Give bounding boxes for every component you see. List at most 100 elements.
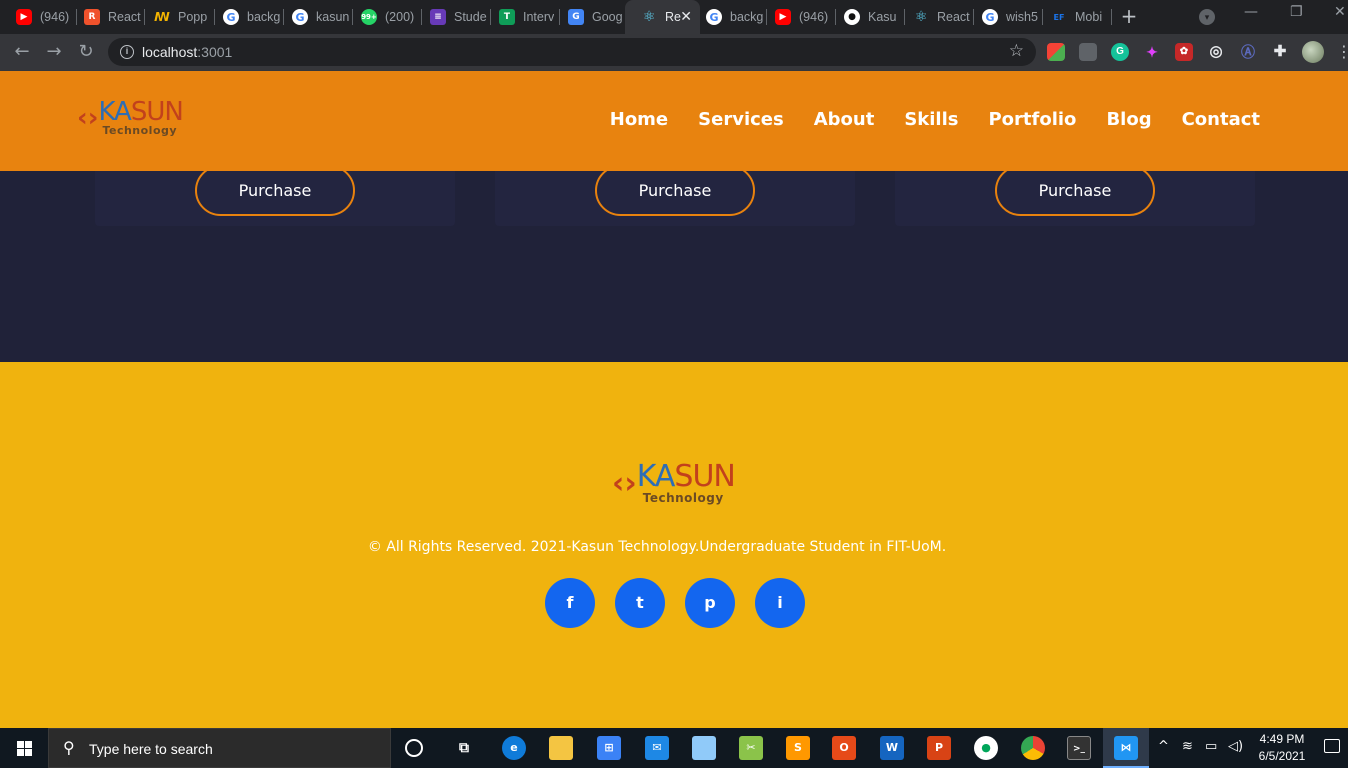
browser-toolbar: ← → ↻ i localhost:3001 ☆ G ✦ ✿ ◎ Ⓐ ✚ ⋮ (0, 34, 1348, 71)
browser-tab[interactable]: ● Kasu (828, 0, 905, 34)
tab-title: Interv (523, 10, 555, 24)
browser-tab[interactable]: G Goog (552, 0, 629, 34)
url-host: localhost (142, 44, 198, 60)
browser-tab[interactable]: ≡ Stude (414, 0, 491, 34)
forward-icon[interactable]: → (43, 41, 65, 63)
battery-icon[interactable]: ▭ (1205, 739, 1217, 754)
task-view-icon[interactable]: ⧉ (452, 736, 476, 760)
taskbar-clock[interactable]: 4:49 PM 6/5/2021 (1252, 731, 1312, 765)
nav-services[interactable]: Services (698, 109, 784, 130)
browser-tab[interactable]: Gbackg (207, 0, 284, 34)
tab-title: (946) (799, 10, 829, 24)
sublime-icon[interactable]: S (786, 736, 810, 760)
browser-tab-active[interactable]: ⚛ Re ✕ (625, 0, 700, 34)
screen: ▶ (946) R React ꟿ Popp Gbackg Gkasun 99+ (20… (0, 0, 1348, 768)
chrome-icon[interactable] (1021, 736, 1045, 760)
nav-blog[interactable]: Blog (1106, 109, 1151, 130)
nav-contact[interactable]: Contact (1182, 109, 1260, 130)
grammarly-icon[interactable]: G (1111, 43, 1129, 61)
logo-sun: SUN (674, 459, 735, 494)
code-brackets-icon: ‹› (612, 465, 637, 501)
wifi-icon[interactable]: ≋ (1182, 739, 1193, 754)
tab-title: React (937, 10, 970, 24)
site-logo[interactable]: ‹› KASUN Technology (77, 99, 184, 137)
browser-tab[interactable]: ▶ (946) (759, 0, 836, 34)
file-explorer-icon[interactable] (549, 736, 573, 760)
windows-icon (17, 741, 32, 756)
tab-search-icon[interactable]: ▾ (1199, 9, 1215, 25)
nav-about[interactable]: About (814, 109, 875, 130)
footer-logo[interactable]: ‹› KASUN Technology (612, 459, 736, 505)
extension-icon[interactable] (1047, 43, 1065, 61)
new-tab-button[interactable]: + (1119, 6, 1139, 26)
cortana-icon[interactable] (405, 739, 423, 757)
store-icon[interactable]: ⊞ (597, 736, 621, 760)
volume-icon[interactable]: ◁) (1228, 739, 1243, 754)
powerpoint-icon[interactable]: P (927, 736, 951, 760)
google-translate-icon: G (568, 9, 584, 25)
mail-icon[interactable]: ✉ (645, 736, 669, 760)
target-icon[interactable]: ◎ (1207, 43, 1225, 61)
tab-title: Kasu (868, 10, 897, 24)
facebook-icon[interactable]: f (545, 578, 595, 628)
purchase-button[interactable]: Purchase (595, 165, 755, 216)
3d-viewer-icon[interactable] (692, 736, 716, 760)
browser-tab[interactable]: 99+ (200) (345, 0, 422, 34)
info-icon[interactable]: i (120, 45, 134, 59)
window-close-icon[interactable]: ✕ (1334, 4, 1346, 20)
logo-subtitle: Technology (642, 491, 724, 505)
bookmark-star-icon[interactable]: ☆ (1009, 41, 1024, 61)
puzzle-icon[interactable]: ✚ (1271, 43, 1289, 61)
browser-tab[interactable]: R React (68, 0, 145, 34)
reload-icon[interactable]: ↻ (75, 41, 97, 63)
browser-tab[interactable]: ꟿ Popp (138, 0, 215, 34)
terminal-icon[interactable]: >_ (1067, 736, 1091, 760)
restore-icon[interactable]: ❐ (1290, 4, 1303, 20)
nav-portfolio[interactable]: Portfolio (988, 109, 1076, 130)
address-bar[interactable]: i localhost:3001 ☆ (108, 38, 1036, 66)
edge-icon[interactable]: e (502, 736, 526, 760)
minimize-icon[interactable]: — (1244, 4, 1258, 20)
ef-icon: EF (1053, 12, 1065, 22)
logo-subtitle: Technology (102, 124, 178, 137)
nav-skills[interactable]: Skills (904, 109, 958, 130)
url-text[interactable]: localhost:3001 (142, 44, 232, 60)
twitter-icon[interactable]: t (615, 578, 665, 628)
start-button[interactable] (0, 728, 48, 768)
extension-icon[interactable]: Ⓐ (1239, 43, 1257, 61)
chevron-up-icon[interactable]: ^ (1158, 739, 1169, 754)
browser-tab[interactable]: ▶ (946) (0, 0, 77, 34)
tab-divider (1111, 9, 1112, 25)
react-icon: ⚛ (914, 9, 928, 25)
instagram-icon[interactable]: i (755, 578, 805, 628)
tab-title: React (108, 10, 141, 24)
pinterest-icon[interactable]: p (685, 578, 735, 628)
nav-home[interactable]: Home (610, 109, 668, 130)
office-icon[interactable]: O (832, 736, 856, 760)
taskbar-search[interactable]: ⚲ Type here to search (48, 728, 391, 768)
notifications-icon[interactable] (1324, 739, 1340, 753)
google-icon: G (292, 9, 308, 25)
react-icon: ⚛ (642, 9, 656, 25)
extension-icon[interactable]: ✿ (1175, 43, 1193, 61)
search-icon: ⚲ (63, 738, 75, 757)
mongodb-icon[interactable]: ● (974, 736, 998, 760)
browser-tab[interactable]: Gwish5 (966, 0, 1043, 34)
browser-tab[interactable]: Gkasun (276, 0, 353, 34)
avatar[interactable] (1302, 41, 1324, 63)
site-footer: ‹› KASUN Technology © All Rights Reserve… (0, 362, 1348, 728)
list-icon: ≡ (430, 9, 446, 25)
extension-icon[interactable] (1079, 43, 1097, 61)
menu-kebab-icon[interactable]: ⋮ (1336, 42, 1348, 62)
back-icon[interactable]: ← (11, 41, 33, 63)
purchase-button[interactable]: Purchase (995, 165, 1155, 216)
graphql-icon[interactable]: ✦ (1143, 43, 1161, 61)
browser-tab[interactable]: Gbackg (690, 0, 767, 34)
browser-tab[interactable]: ⚛ React (897, 0, 974, 34)
snipping-icon[interactable]: ✂ (739, 736, 763, 760)
vscode-icon[interactable]: ⋈ (1114, 736, 1138, 760)
browser-tab[interactable]: T Interv (483, 0, 560, 34)
word-icon[interactable]: W (880, 736, 904, 760)
browser-tab[interactable]: EF Mobi (1035, 0, 1112, 34)
purchase-button[interactable]: Purchase (195, 165, 355, 216)
